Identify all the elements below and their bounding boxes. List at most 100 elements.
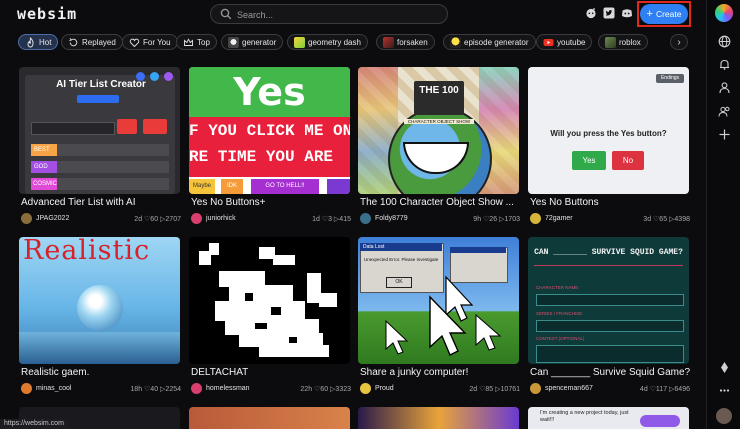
youtube-icon	[543, 38, 554, 46]
skull-thumb-icon	[228, 36, 239, 48]
project-card-peek[interactable]: I'm creating a new project today, just w…	[528, 407, 689, 429]
card-username[interactable]: juniorhick	[206, 215, 236, 222]
project-thumbnail[interactable]: AI Tier List Creator BEST GOD COSMIC	[19, 67, 180, 194]
filter-chip-bar: Hot Replayed For You Top generator geome…	[18, 34, 688, 52]
thumb-question: Will you press the Yes button?	[550, 129, 667, 138]
websim-logo[interactable]: websim	[17, 5, 77, 23]
thumb-caption-2: RE TIME YOU ARE	[189, 148, 334, 166]
thumb-field-1-label: CHARACTER NAME	[536, 285, 579, 290]
avatar[interactable]	[360, 213, 371, 224]
thumb-idk: IDK	[221, 179, 243, 194]
globe-icon[interactable]	[718, 35, 731, 48]
chip-label: episode generator	[464, 37, 529, 47]
chevron-right-icon: ›	[677, 36, 681, 48]
avatar[interactable]	[21, 213, 32, 224]
chip-label: roblox	[619, 37, 641, 47]
card-title[interactable]: The 100 Character Object Show ...	[360, 197, 520, 208]
project-thumbnail[interactable]: Data Lost Unexpected Error. Please Inves…	[358, 237, 519, 364]
project-thumbnail[interactable]: Yes F YOU CLICK ME ON RE TIME YOU ARE Ma…	[189, 67, 350, 194]
discord-icon[interactable]	[621, 6, 633, 18]
bell-icon[interactable]	[718, 58, 731, 71]
card-stats: 18h ♡40 ▷2254	[130, 386, 181, 393]
thumb-go-to-hell: GO TO HELL!!	[251, 179, 319, 194]
card-title[interactable]: Advanced Tier List with AI	[21, 197, 181, 208]
card-title[interactable]: Realistic gaem.	[21, 367, 181, 378]
lightbulb-thumb-icon	[450, 36, 461, 48]
card-title[interactable]: DELTACHAT	[191, 367, 351, 378]
chip-replayed[interactable]: Replayed	[61, 34, 123, 50]
chip-label: forsaken	[397, 37, 428, 47]
peek-text: I'm creating a new project today, just w…	[540, 410, 629, 423]
peek-button	[640, 415, 680, 427]
highlight-box	[637, 1, 691, 27]
chip-youtube[interactable]: youtube	[536, 34, 593, 50]
card-username[interactable]: Proud	[375, 385, 394, 392]
chip-for-you[interactable]: For You	[122, 34, 178, 50]
chip-geometry-dash[interactable]: geometry dash	[287, 34, 368, 50]
project-thumbnail[interactable]	[189, 237, 350, 364]
card-username[interactable]: spenceman667	[545, 385, 593, 392]
project-thumbnail[interactable]: Endings Will you press the Yes button? Y…	[528, 67, 689, 194]
chip-roblox[interactable]: roblox	[598, 34, 648, 50]
card-title[interactable]: Yes No Buttons+	[191, 197, 351, 208]
thumb-endings-button: Endings	[656, 74, 684, 83]
avatar[interactable]	[360, 383, 371, 394]
diamond-icon[interactable]	[718, 361, 731, 374]
project-card-peek[interactable]	[189, 407, 350, 429]
card-username[interactable]: minas_cool	[36, 385, 71, 392]
chips-scroll-right-button[interactable]: ›	[670, 34, 688, 50]
avatar[interactable]	[191, 383, 202, 394]
thumb-maybe: Maybe	[189, 179, 215, 194]
card-title[interactable]: Yes No Buttons	[530, 197, 690, 208]
thumb-subheading: CHARACTER OBJECT SHOW	[404, 119, 474, 124]
chip-label: geometry dash	[308, 37, 361, 47]
card-username[interactable]: Foldy8779	[375, 215, 408, 222]
twitter-icon[interactable]	[603, 6, 615, 19]
project-thumbnail[interactable]: CAN _______ SURVIVE SQUID GAME? CHARACTE…	[528, 237, 689, 364]
pixel-art-image	[199, 243, 337, 357]
chip-label: For You	[143, 37, 171, 47]
search-input[interactable]	[235, 7, 439, 23]
heart-icon	[129, 38, 140, 47]
chip-label: generator	[242, 37, 277, 47]
thumb-yes-button: Yes	[572, 151, 606, 170]
card-username[interactable]: JPAG2022	[36, 215, 69, 222]
card-username[interactable]: 72gamer	[545, 215, 573, 222]
plus-icon[interactable]	[718, 128, 731, 141]
websim-avatar-icon[interactable]	[715, 4, 733, 22]
card-stats: 3d ♡65 ▷4398	[643, 216, 690, 223]
card-title[interactable]: Share a junky computer!	[360, 367, 520, 378]
thumb-field-2-label: SERIES / FRANCHISE	[536, 311, 583, 316]
thumb-heading: Realistic	[23, 237, 151, 266]
avatar[interactable]	[21, 383, 32, 394]
cursor-arrows	[385, 275, 502, 356]
project-thumbnail[interactable]: Realistic	[19, 237, 180, 364]
card-stats: 2d ♡60 ▷2707	[134, 216, 181, 223]
users-icon[interactable]	[718, 105, 731, 118]
flame-icon	[27, 36, 34, 47]
project-thumbnail[interactable]: THE 100 CHARACTER OBJECT SHOW	[358, 67, 519, 194]
user-avatar[interactable]	[716, 408, 732, 424]
avatar[interactable]	[530, 213, 541, 224]
chip-episode-generator[interactable]: episode generator	[443, 34, 536, 50]
reddit-icon[interactable]	[585, 6, 597, 19]
search-box[interactable]	[210, 4, 448, 24]
search-icon	[220, 8, 232, 20]
avatar[interactable]	[191, 213, 202, 224]
tier-best: BEST	[31, 144, 57, 156]
card-username[interactable]: homelessman	[206, 385, 250, 392]
card-stats: 22h ♡60 ▷3323	[300, 386, 351, 393]
thumb-caption-1: F YOU CLICK ME ON	[189, 122, 350, 140]
chip-generator[interactable]: generator	[221, 34, 284, 50]
project-card-peek[interactable]	[358, 407, 519, 429]
crown-icon	[184, 37, 193, 46]
thumb-heading: THE 100	[419, 85, 459, 96]
tier-god: GOD	[31, 161, 57, 173]
user-icon[interactable]	[718, 81, 731, 94]
more-dots-icon[interactable]	[718, 384, 731, 397]
avatar[interactable]	[530, 383, 541, 394]
chip-hot[interactable]: Hot	[18, 34, 59, 50]
chip-top[interactable]: Top	[176, 34, 217, 50]
chip-forsaken[interactable]: forsaken	[376, 34, 435, 50]
card-title[interactable]: Can _______ Survive Squid Game?	[530, 367, 690, 378]
